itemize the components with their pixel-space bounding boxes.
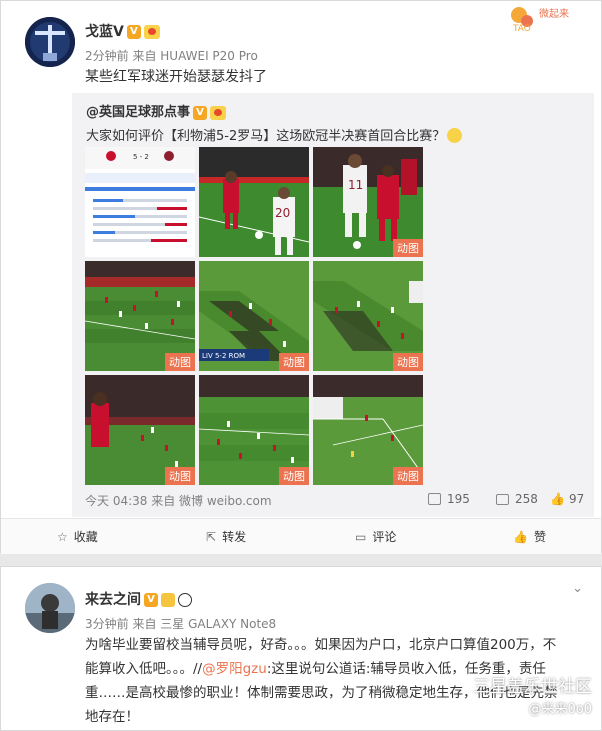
comment-icon: ▭ (355, 530, 367, 544)
post-text-line-1: 为啥毕业要留校当辅导员呢，好奇。。。如果因为户口，北京户口算值200万，不 (85, 637, 557, 653)
watermark-handle: @来来0o0 (528, 702, 593, 717)
trophy-icon (161, 593, 175, 607)
avatar[interactable] (25, 17, 75, 67)
brand-logo: 微起来 TAO (507, 3, 587, 34)
forward-button[interactable]: ⇱ 转发 (206, 528, 246, 545)
svg-text:11: 11 (348, 178, 363, 192)
avatar-image (25, 17, 75, 67)
user-name[interactable]: 戈蓝V V (85, 21, 160, 41)
svg-text:5 - 2: 5 - 2 (133, 153, 149, 161)
collect-button[interactable]: ☆ 收藏 (57, 528, 98, 545)
thumbnail-1[interactable]: 5 - 2 (85, 147, 195, 257)
gif-badge: 动图 (393, 353, 423, 371)
emoji-icon (447, 128, 463, 143)
share-icon (428, 493, 441, 505)
thumbnail-5[interactable]: LIV 5-2 ROM 动图 (199, 261, 309, 371)
thumbnail-4[interactable]: 动图 (85, 261, 195, 371)
comment-button[interactable]: ▭ 评论 (355, 528, 396, 545)
like-icon: 👍 (513, 530, 528, 544)
repost-author[interactable]: @英国足球那点事 (86, 105, 190, 120)
gif-badge: 动图 (393, 239, 423, 257)
verified-icon: V (126, 25, 141, 39)
user-name[interactable]: 来去之间 V (85, 589, 192, 609)
star-icon: ☆ (57, 530, 68, 544)
svg-text:微起来: 微起来 (539, 7, 569, 20)
gif-badge: 动图 (279, 353, 309, 371)
repost-text: 大家如何评价【利物浦5-2罗马】这场欧冠半决赛首回合比赛？ (86, 125, 463, 144)
avatar[interactable] (25, 583, 75, 633)
watermark-brand: 三星盖乐世社区 (473, 677, 592, 697)
like-button[interactable]: 👍 赞 (513, 528, 546, 545)
chevron-down-icon[interactable]: ⌄ (572, 581, 583, 596)
verified-icon: V (144, 593, 158, 607)
avatar-image (25, 583, 75, 633)
action-bar: ☆ 收藏 ⇱ 转发 ▭ 评论 👍 赞 (1, 518, 601, 554)
repost-time-source[interactable]: 今天 04:38 来自 微博 weibo.com (85, 492, 272, 509)
comment-icon (496, 494, 509, 505)
member-icon (143, 25, 160, 39)
member-icon (210, 105, 227, 120)
svg-text:LIV 5-2 ROM: LIV 5-2 ROM (202, 352, 245, 360)
svg-text:TAO: TAO (512, 24, 531, 33)
repost-block: @英国足球那点事 V 大家如何评价【利物浦5-2罗马】这场欧冠半决赛首回合比赛？ … (72, 93, 594, 517)
verified-icon: V (193, 105, 208, 120)
repost-author-line: @英国足球那点事 V (86, 101, 227, 120)
gif-badge: 动图 (279, 467, 309, 485)
gif-badge: 动图 (393, 467, 423, 485)
gif-badge: 动图 (165, 353, 195, 371)
post-text-line-4: 地存在！ (85, 709, 139, 725)
post-meta: 2分钟前 来自 HUAWEI P20 Pro (85, 49, 258, 63)
forward-icon: ⇱ (206, 530, 217, 544)
repost-comment-count[interactable]: 258 (496, 492, 538, 506)
thumbnail-2[interactable]: 20 (199, 147, 309, 257)
thumbnail-9[interactable]: 动图 (313, 375, 423, 485)
post-text: 某些红军球迷开始瑟瑟发抖了 (85, 69, 267, 85)
feed-card-2: ⌄ 来去之间 V 3分钟前 来自 三星 GALAXY Note8 为啥毕业要留校当… (0, 566, 602, 731)
like-icon: 👍 (550, 492, 565, 506)
post-meta: 3分钟前 来自 三星 GALAXY Note8 (85, 617, 277, 631)
mention-link[interactable]: @罗阳gzu (202, 661, 267, 677)
repost-like-count[interactable]: 👍 97 (550, 492, 584, 506)
svg-text:20: 20 (275, 206, 290, 220)
feed-card-1: 戈蓝V V 2分钟前 来自 HUAWEI P20 Pro 微起来 TAO 某些红军… (0, 0, 602, 554)
thumbnail-7[interactable]: 动图 (85, 375, 195, 485)
gif-badge: 动图 (165, 467, 195, 485)
thumbnail-8[interactable]: 动图 (199, 375, 309, 485)
repost-share-count[interactable]: 195 (428, 492, 470, 506)
thumbnail-6[interactable]: 动图 (313, 261, 423, 371)
thumbnail-3[interactable]: 11 动图 (313, 147, 423, 257)
panda-icon (178, 593, 192, 607)
